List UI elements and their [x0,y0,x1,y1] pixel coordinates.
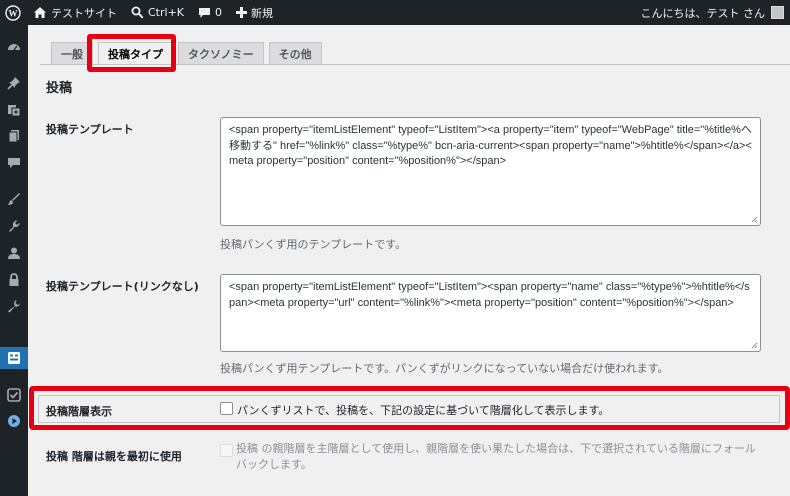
home-icon [34,7,46,18]
tools-wrench-icon[interactable] [6,298,22,314]
users-icon[interactable] [6,245,22,261]
section-title: 投稿 [46,81,73,96]
admin-bar: W テストサイト Ctrl+K 0 新規 こんにちは、テスト さん [0,0,790,25]
dashboard-icon[interactable] [6,39,22,55]
pin-icon[interactable] [6,75,22,91]
new-content-button[interactable]: 新規 [229,0,280,25]
media-icon[interactable] [6,102,22,118]
wordpress-logo-icon[interactable]: W [0,0,26,25]
post-template-textarea[interactable]: <span property="itemListElement" typeof=… [220,117,761,226]
post-parent-first-checkbox[interactable] [220,444,233,457]
tab-other[interactable]: その他 [268,42,322,64]
comments-icon[interactable] [6,155,22,171]
highlight-box-tab [87,34,176,72]
comments-button[interactable]: 0 [191,0,229,25]
new-label: 新規 [251,6,274,20]
lock-icon[interactable] [6,272,22,288]
current-menu-arrow [28,353,33,363]
post-template-unlinked-textarea[interactable]: <span property="itemListElement" typeof=… [220,274,761,352]
plugins-icon[interactable] [6,218,22,234]
search-icon [131,6,144,19]
site-name: テストサイト [51,6,117,20]
post-template-value: <span property="itemListElement" typeof=… [229,124,752,167]
svg-text:W: W [9,8,18,18]
admin-sidebar [0,25,33,496]
account-menu[interactable]: こんにちは、テスト さん [641,0,790,25]
post-template-unlinked-value: <span property="itemListElement" typeof=… [229,281,750,309]
tab-taxonomy[interactable]: タクソノミー [178,42,264,64]
search-shortcut: Ctrl+K [148,6,185,19]
resize-grip-icon[interactable] [751,342,758,349]
appearance-brush-icon[interactable] [6,191,22,207]
highlight-box-hierarchy [29,386,790,430]
pages-icon[interactable] [6,128,22,144]
post-template-label: 投稿テンプレート [46,123,134,136]
post-template-unlinked-label: 投稿テンプレート(リンクなし) [46,280,199,293]
avatar [771,6,784,19]
post-parent-first-label: 投稿 階層は親を最初に使用 [46,450,182,463]
post-template-unlinked-description: 投稿パンくず用テンプレートです。パンくずがリンクになっていない場合だけ使われます… [220,362,669,375]
command-palette-button[interactable]: Ctrl+K [124,0,191,25]
comment-bubble-icon [199,7,211,18]
settings-sliders-icon[interactable] [6,350,22,366]
plus-icon [236,7,248,18]
greeting: こんにちは、テスト さん [640,6,766,20]
checklist-icon[interactable] [6,387,22,403]
resize-grip-icon[interactable] [751,216,758,223]
site-name-menu[interactable]: テストサイト [26,0,124,25]
post-template-description: 投稿パンくず用のテンプレートです。 [220,238,407,251]
post-parent-first-checkbox-label: 投稿 の親階層を主階層として使用し、親階層を使い果たした場合は、下で選択されてい… [236,442,756,471]
play-circle-icon[interactable] [6,413,22,429]
comments-count: 0 [215,6,223,19]
